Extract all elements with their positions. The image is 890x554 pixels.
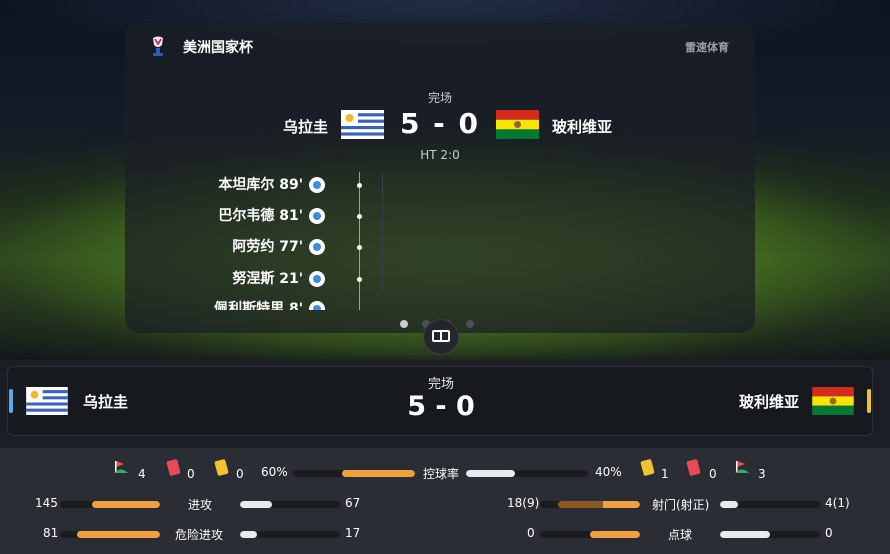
goal-event: 阿劳约 77' — [232, 237, 325, 257]
away-penalties-fill — [720, 531, 770, 538]
away-accent-bar — [867, 389, 871, 413]
away-dangerous-attacks-bar — [240, 531, 340, 538]
home-dangerous-attacks-bar — [60, 531, 160, 538]
field-view-button[interactable] — [423, 319, 459, 355]
away-attacks-fill — [240, 501, 272, 508]
home-shots-bar — [540, 501, 640, 508]
shots-label: 射门(射正) — [652, 498, 710, 512]
away-penalties-bar — [720, 531, 820, 538]
league-name: 美洲国家杯 — [183, 40, 253, 56]
timeline-divider — [382, 172, 383, 292]
timeline-line — [359, 172, 360, 310]
away-yellow-cards: 1 — [661, 467, 669, 481]
away-penalties: 0 — [825, 526, 833, 540]
away-shots-fill — [720, 501, 738, 508]
soccer-ball-icon — [309, 177, 325, 193]
away-corners: 3 — [758, 467, 766, 481]
soccer-ball-icon — [309, 301, 325, 310]
home-penalties-fill — [590, 531, 640, 538]
home-penalties-bar — [540, 531, 640, 538]
pitch-icon — [432, 330, 450, 342]
brand-watermark: 雷速体育 — [685, 41, 729, 54]
home-shots-fill — [558, 501, 640, 508]
away-red-cards: 0 — [709, 467, 717, 481]
home-yellow-cards: 0 — [236, 467, 244, 481]
away-team-name: 玻利维亚 — [552, 118, 613, 136]
yellow-card-icon — [640, 458, 655, 477]
pager-dot[interactable] — [400, 320, 408, 328]
goal-event: 佩利斯特里 8' — [214, 299, 325, 310]
goal-event: 巴尔韦德 81' — [218, 206, 325, 226]
away-shots-bar — [720, 501, 820, 508]
home-attacks: 145 — [35, 496, 58, 510]
home-red-cards: 0 — [187, 467, 195, 481]
away-dangerous-attacks-fill — [240, 531, 257, 538]
home-attacks-fill — [92, 501, 160, 508]
home-possession-bar — [293, 470, 415, 477]
bolivia-flag-icon — [812, 387, 854, 415]
yellow-card-icon — [214, 458, 229, 477]
goal-event: 努涅斯 21' — [232, 269, 325, 289]
home-shots: 18(9) — [507, 496, 540, 510]
home-possession: 60% — [261, 465, 288, 479]
match-stats-panel: 4 0 0 60% 控球率 40% 1 0 3 145 进攻 67 18(9) … — [0, 448, 890, 554]
home-possession-fill — [341, 470, 415, 477]
penalties-label: 点球 — [668, 528, 693, 542]
attacks-label: 进攻 — [188, 498, 213, 512]
pager-dot[interactable] — [466, 320, 474, 328]
home-penalties: 0 — [527, 526, 535, 540]
home-dangerous-attacks-fill — [77, 531, 160, 538]
match-summary-card: 美洲国家杯 雷速体育 完场 乌拉圭 5 - 0 玻利维亚 HT 2:0 本坦库尔… — [125, 23, 755, 333]
soccer-ball-icon — [309, 271, 325, 287]
possession-label: 控球率 — [423, 467, 460, 481]
score-bar: 乌拉圭 完场 5 - 0 玻利维亚 — [7, 366, 873, 436]
soccer-ball-icon — [309, 239, 325, 255]
red-card-icon — [686, 458, 701, 477]
match-score: 5 - 0 — [399, 107, 481, 140]
soccer-ball-icon — [309, 208, 325, 224]
scorebar-status: 完场 — [427, 377, 454, 392]
home-attacks-bar — [60, 501, 160, 508]
away-shots: 4(1) — [825, 496, 850, 510]
home-corners: 4 — [138, 467, 146, 481]
away-attacks: 67 — [345, 496, 361, 510]
corner-flag-icon — [735, 461, 749, 473]
away-possession-fill — [466, 470, 515, 477]
scorebar-away-team: 玻利维亚 — [738, 393, 799, 411]
away-dangerous-attacks: 17 — [345, 526, 361, 540]
dangerous-attacks-label: 危险进攻 — [175, 528, 224, 542]
corner-flag-icon — [114, 461, 128, 473]
halftime-score: HT 2:0 — [420, 148, 460, 162]
red-card-icon — [166, 458, 181, 477]
bolivia-flag-icon — [496, 110, 539, 139]
goal-events-list: 本坦库尔 89' 巴尔韦德 81' 阿劳约 77' 努涅斯 21' 佩利斯特里 … — [125, 168, 755, 310]
match-status: 完场 — [427, 91, 452, 105]
copa-america-logo-icon — [153, 36, 163, 56]
away-possession: 40% — [595, 465, 622, 479]
home-dangerous-attacks: 81 — [43, 526, 59, 540]
card-header: 美洲国家杯 雷速体育 — [125, 23, 755, 71]
away-attacks-bar — [240, 501, 340, 508]
goal-event: 本坦库尔 89' — [218, 175, 325, 195]
away-possession-bar — [466, 470, 588, 477]
